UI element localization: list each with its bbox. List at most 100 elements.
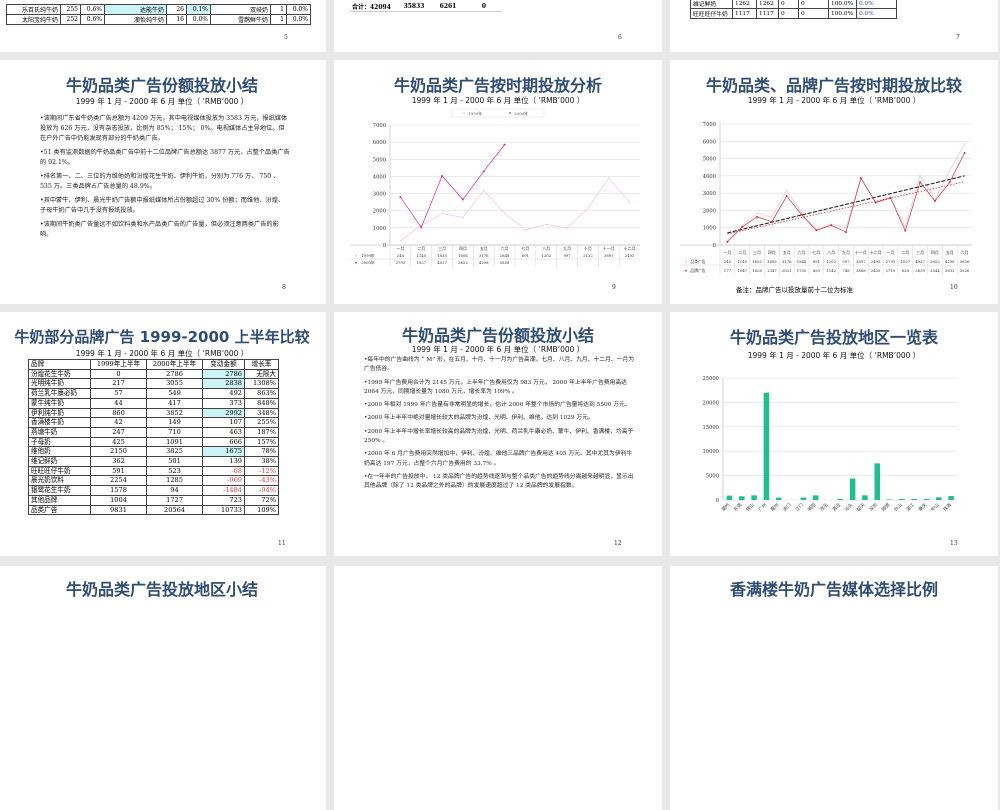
- y-tick-label: 5000: [373, 157, 386, 163]
- slide-16-thumbnail[interactable]: 香满楼牛奶广告媒体选择比例: [670, 566, 998, 810]
- table-cell: 乐百氏纯牛奶: [7, 5, 61, 15]
- x-tick-label: 三月: [916, 250, 924, 255]
- data-label: 245: [397, 253, 405, 258]
- data-point: [845, 227, 846, 228]
- slide-8-thumbnail[interactable]: 牛奶品类广告份额投放小结 1999 年 1 月 - 2000 年 6 月 单位（…: [0, 60, 326, 304]
- x-tick-label: 虎门: [781, 501, 793, 513]
- data-label: 3176: [782, 259, 792, 264]
- table-cell: 维记鲜奶: [29, 457, 91, 467]
- bullet-item: •2000 年相对 1999 年广告量有非常明显的增长，估计 2000 年整个市…: [364, 401, 636, 410]
- slide-7-thumbnail[interactable]: 维记鲜奶1262126200100.0%0.0%旺旺旺仔牛奶1117111700…: [670, 0, 998, 52]
- slide-15-thumbnail[interactable]: [334, 566, 662, 810]
- legend-marker: [355, 255, 357, 257]
- table-cell: -43%: [245, 476, 279, 486]
- table-cell: 348%: [245, 408, 279, 418]
- table-cell: 1675: [203, 447, 245, 457]
- bar: [751, 495, 757, 500]
- x-tick-label: 九月: [563, 245, 571, 251]
- table-cell: 雪鹊鲜牛奶: [211, 15, 271, 25]
- table-cell: 44: [91, 398, 147, 408]
- y-tick-label: 7000: [703, 122, 716, 128]
- data-label: 3897: [604, 253, 614, 258]
- bar: [924, 499, 930, 500]
- y-tick-label: 0: [383, 243, 386, 249]
- table-row: 蒙牛纯牛奶44417373848%: [29, 398, 279, 408]
- data-label: 177: [724, 268, 732, 273]
- slide-11-thumbnail[interactable]: 牛奶部分品牌广告 1999-2000 上半年比较 1999 年 1 月 - 20…: [0, 312, 326, 556]
- table-cell: 2838: [203, 379, 245, 389]
- table-cell: 463: [203, 427, 245, 437]
- table-cell: 0: [466, 2, 502, 12]
- x-tick-label: 三月: [753, 250, 761, 255]
- data-label: 3632: [945, 268, 955, 273]
- data-label: 3868: [856, 268, 866, 273]
- table-cell: 247: [91, 427, 147, 437]
- table-row: 银鹭花生牛奶157894-1484-94%: [29, 486, 279, 496]
- bullet-item: •2000 年上半年中绝对量增长较大的品牌为汾煌、光明、伊利、维他，达到 102…: [364, 414, 636, 423]
- table-cell: 澳怡纯牛奶: [105, 15, 167, 25]
- data-label: 1142: [826, 268, 836, 273]
- slide-5-thumbnail[interactable]: 乐百氏纯牛奶2550.6%达能牛奶260.1%双岐奶10.0%太阳宝纯牛奶252…: [0, 0, 326, 52]
- slide-14-thumbnail[interactable]: 牛奶品类广告投放地区小结: [0, 566, 326, 810]
- table-cell: 107: [203, 418, 245, 428]
- y-tick-label: 3000: [373, 192, 386, 198]
- bullet-item: •1999 年广告费用合计为 2145 万元，上半年广告费用仅为 983 万元，…: [364, 379, 636, 398]
- bullet-list: •该期间广东省牛奶类广告总额为 4209 万元，其中电视媒体投放为 3583 万…: [40, 114, 290, 244]
- table-row: 晨光奶饮料22541285-969-43%: [29, 476, 279, 486]
- data-label: 1848: [797, 259, 807, 264]
- data-label: 2652: [458, 260, 468, 265]
- x-tick-label: 六月: [798, 249, 806, 255]
- table-cell: 723: [203, 495, 245, 505]
- table-row: 旺旺旺仔牛奶1117111700100.0%0.0%: [691, 9, 897, 19]
- table-cell: 晨光奶饮料: [29, 476, 91, 486]
- data-label: 1628: [752, 268, 762, 273]
- table-cell: -1484: [203, 486, 245, 496]
- y-tick-label: 10000: [702, 449, 719, 455]
- table-cell: 26: [167, 5, 187, 15]
- slide-number: 12: [614, 540, 622, 547]
- data-point: [964, 152, 966, 154]
- data-point: [771, 217, 772, 218]
- table-cell: 1262: [757, 0, 779, 9]
- data-point: [786, 190, 787, 191]
- table-cell: 666: [203, 437, 245, 447]
- data-point: [504, 144, 506, 146]
- data-label: 891: [522, 253, 529, 258]
- data-label: 997: [563, 253, 571, 258]
- table-cell: 425: [91, 437, 147, 447]
- data-label: 850: [813, 268, 821, 273]
- table-cell: 139: [203, 457, 245, 467]
- table-cell: 0: [799, 9, 829, 19]
- table-cell: 光明纯牛奶: [29, 379, 91, 389]
- slide-title: 牛奶品类广告份额投放小结: [334, 322, 662, 346]
- x-tick-label: 六月: [961, 249, 969, 255]
- data-point: [726, 241, 728, 243]
- y-tick-label: 6000: [703, 139, 716, 145]
- legend-entry: 1999年: [361, 253, 375, 258]
- table-cell: 1727: [147, 495, 203, 505]
- x-tick-label: 五月: [783, 250, 791, 255]
- table-cell: 变动金额: [203, 360, 245, 370]
- legend-entry: 品牌广告: [690, 268, 705, 273]
- x-tick-label: 惠州: [769, 501, 781, 513]
- data-label: 1047: [737, 268, 747, 273]
- table-cell: 2786: [147, 369, 203, 379]
- x-tick-label: 四月: [459, 246, 467, 251]
- x-tick-label: 揭阳: [806, 501, 818, 513]
- slide-title: 香满楼牛奶广告媒体选择比例: [670, 576, 998, 600]
- bar: [948, 496, 954, 500]
- slide-10-thumbnail[interactable]: 牛奶品类、品牌广告按时期投放比较 1999 年 1 月 - 2000 年 6 月…: [670, 60, 998, 304]
- table-cell: 252: [61, 15, 81, 25]
- data-point: [815, 229, 817, 231]
- data-label: 3176: [479, 253, 489, 258]
- slide-9-thumbnail[interactable]: 牛奶品类广告按时期投放分析 1999 年 1 月 - 2000 年 6 月 单位…: [334, 60, 662, 304]
- table-cell: 香满楼牛奶: [29, 418, 91, 428]
- slide-12-thumbnail[interactable]: 牛奶品类广告份额投放小结 1999 年 1 月 - 2000 年 6 月 单位（…: [334, 312, 662, 556]
- data-label: 1140: [416, 253, 426, 258]
- slide-6-thumbnail[interactable]: 合计：420943583362610 6: [334, 0, 662, 52]
- slide-13-thumbnail[interactable]: 牛奶品类广告投放地区一览表 1999 年 1 月 - 2000 年 6 月 单位…: [670, 312, 998, 556]
- x-tick-label: 一月: [396, 246, 404, 251]
- bullet-item: •2000 年上半年中增长率增长较高的品牌为汾煌、光明、荷兰乳牛康必奶、蒙牛、伊…: [364, 428, 636, 447]
- legend-entry: 2000年: [361, 260, 375, 265]
- table-cell: 品类广告: [29, 505, 91, 515]
